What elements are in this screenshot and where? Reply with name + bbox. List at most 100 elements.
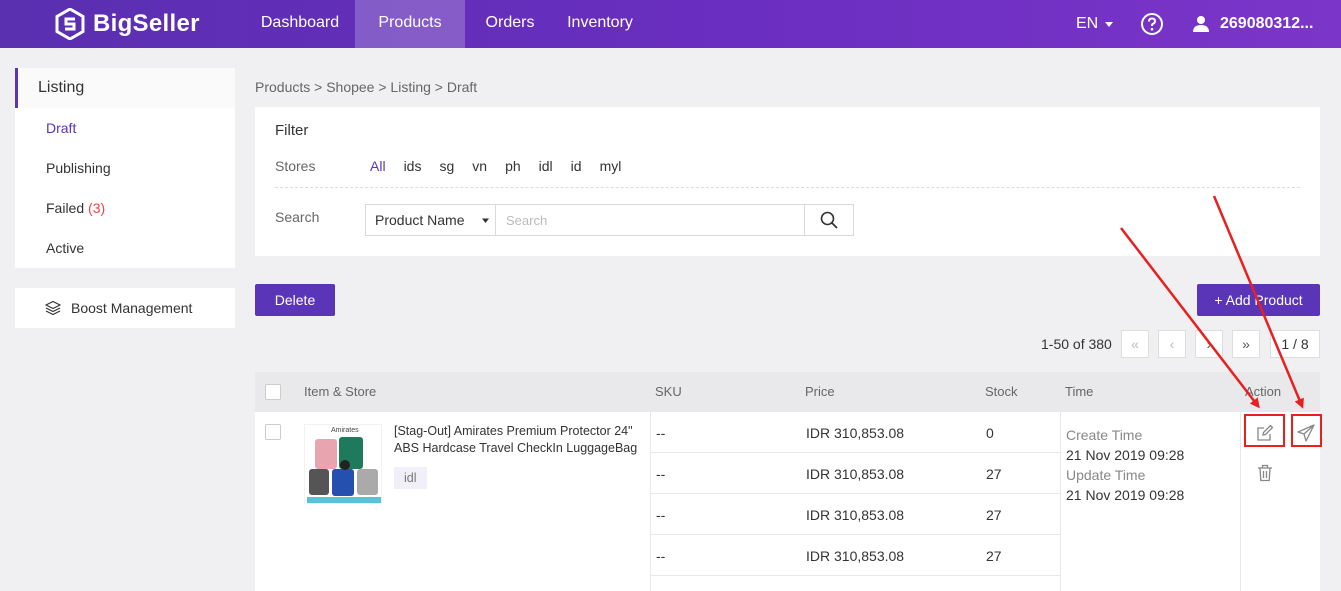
prev-page-button[interactable]: ‹ <box>1158 330 1186 358</box>
variant-stock: 27 <box>986 466 1002 482</box>
variant-price: IDR 310,853.08 <box>806 507 905 523</box>
col-divider <box>1060 412 1061 591</box>
double-chevron-right-icon: » <box>1242 336 1250 352</box>
delete-button[interactable]: Delete <box>255 284 335 316</box>
sidebar-item-publishing[interactable]: Publishing <box>15 148 235 188</box>
store-option-sg[interactable]: sg <box>439 158 454 174</box>
add-product-button[interactable]: + Add Product <box>1197 284 1320 316</box>
col-header-price: Price <box>805 384 835 399</box>
chevron-right-icon: › <box>1206 336 1212 352</box>
edit-highlight-box <box>1244 414 1285 447</box>
listing-menu: Listing Draft Publishing Failed (3) Acti… <box>15 68 235 268</box>
user-id: 269080312... <box>1220 15 1314 32</box>
caret-down-icon <box>1105 22 1114 27</box>
store-option-all[interactable]: All <box>370 158 386 174</box>
store-option-ids[interactable]: ids <box>404 158 422 174</box>
variant-row: -- IDR 310,853.08 0 <box>651 412 1060 453</box>
store-option-vn[interactable]: vn <box>472 158 487 174</box>
nav-inventory[interactable]: Inventory <box>555 0 645 48</box>
luggage-image <box>307 437 381 503</box>
store-option-id[interactable]: id <box>571 158 582 174</box>
search-bar: Product Name <box>365 204 854 236</box>
col-header-stock: Stock <box>985 384 1018 399</box>
store-tag: idl <box>394 467 427 489</box>
variant-row: -- IDR 310,853.08 27 <box>651 535 1060 576</box>
bigseller-logo-icon <box>55 8 85 40</box>
product-title[interactable]: [Stag-Out] Amirates Premium Protector 24… <box>394 423 644 457</box>
create-time-label: Create Time <box>1066 427 1143 443</box>
time-cell: Create Time 21 Nov 2019 09:28 Update Tim… <box>1066 425 1184 505</box>
publish-highlight-box <box>1291 414 1322 447</box>
nav-dashboard[interactable]: Dashboard <box>245 0 355 48</box>
col-header-time: Time <box>1065 384 1094 399</box>
search-field-select[interactable]: Product Name <box>366 205 496 235</box>
variant-price: IDR 310,853.08 <box>806 466 905 482</box>
sidebar-item-boost[interactable]: Boost Management <box>15 288 235 328</box>
col-divider <box>1240 412 1241 591</box>
variant-row: -- IDR 310,853.08 27 <box>651 453 1060 494</box>
filter-divider <box>275 187 1300 188</box>
variant-stock: 27 <box>986 548 1002 564</box>
first-page-button[interactable]: « <box>1121 330 1149 358</box>
pagination-range: 1-50 of 380 <box>1041 336 1112 352</box>
stores-label: Stores <box>275 158 316 174</box>
user-menu[interactable]: 269080312... <box>1192 0 1313 48</box>
filter-title: Filter <box>275 122 309 139</box>
variant-sku: -- <box>656 425 666 441</box>
search-label: Search <box>275 209 320 225</box>
select-all-checkbox[interactable] <box>265 384 281 400</box>
trash-icon <box>1258 464 1272 482</box>
language-selector[interactable]: EN <box>1076 0 1115 48</box>
listing-section-title[interactable]: Listing <box>15 68 235 108</box>
user-icon <box>1193 16 1209 32</box>
search-button[interactable] <box>804 205 853 235</box>
update-time-label: Update Time <box>1066 467 1146 483</box>
page-indicator[interactable]: 1 / 8 <box>1270 330 1320 358</box>
store-option-idl[interactable]: idl <box>539 158 553 174</box>
update-time-value: 21 Nov 2019 09:28 <box>1066 487 1185 503</box>
chevron-left-icon: ‹ <box>1169 336 1175 352</box>
create-time-value: 21 Nov 2019 09:28 <box>1066 447 1185 463</box>
help-button[interactable] <box>1140 0 1164 48</box>
col-header-item: Item & Store <box>304 384 377 399</box>
variant-sku: -- <box>656 548 666 564</box>
store-option-ph[interactable]: ph <box>505 158 521 174</box>
last-page-button[interactable]: » <box>1232 330 1260 358</box>
breadcrumb: Products > Shopee > Listing > Draft <box>255 79 478 95</box>
delete-row-button[interactable] <box>1250 460 1280 486</box>
variant-price: IDR 310,853.08 <box>806 425 905 441</box>
sidebar-item-active[interactable]: Active <box>15 228 235 268</box>
nav-orders[interactable]: Orders <box>465 0 555 48</box>
variant-sku: -- <box>656 466 666 482</box>
variant-row: -- IDR 310,853.08 27 <box>651 494 1060 535</box>
sidebar-item-draft[interactable]: Draft <box>15 108 235 148</box>
store-filter-list: All ids sg vn ph idl id myl <box>370 158 639 174</box>
sidebar-item-failed[interactable]: Failed (3) <box>15 188 235 228</box>
double-chevron-left-icon: « <box>1131 336 1139 352</box>
search-input[interactable] <box>496 205 804 235</box>
table-header: Item & Store SKU Price Stock Time Action <box>255 372 1320 412</box>
boost-management-label: Boost Management <box>71 300 193 316</box>
next-page-button[interactable]: › <box>1195 330 1223 358</box>
logo[interactable]: BigSeller <box>55 8 200 40</box>
search-icon <box>820 211 838 229</box>
product-thumbnail[interactable]: Amirates <box>304 424 382 504</box>
layers-icon <box>45 300 61 316</box>
logo-text: BigSeller <box>93 10 200 37</box>
col-header-sku: SKU <box>655 384 682 399</box>
store-option-myl[interactable]: myl <box>600 158 622 174</box>
search-field-value: Product Name <box>375 212 465 228</box>
caret-down-icon <box>482 218 489 223</box>
row-checkbox[interactable] <box>265 424 281 440</box>
variant-stock: 27 <box>986 507 1002 523</box>
filter-panel: Filter Stores All ids sg vn ph idl id my… <box>255 107 1320 256</box>
col-header-action: Action <box>1245 384 1282 399</box>
failed-count-badge: (3) <box>88 200 106 216</box>
nav-products[interactable]: Products <box>355 0 465 48</box>
table-row: Amirates [Stag-Out] Amirates Premium Pro… <box>255 412 1320 591</box>
language-label: EN <box>1076 15 1099 32</box>
top-navbar: BigSeller Dashboard Products Orders Inve… <box>0 0 1341 48</box>
variant-sku: -- <box>656 507 666 523</box>
help-icon <box>1141 13 1163 35</box>
sidebar-item-failed-label: Failed <box>46 200 85 216</box>
